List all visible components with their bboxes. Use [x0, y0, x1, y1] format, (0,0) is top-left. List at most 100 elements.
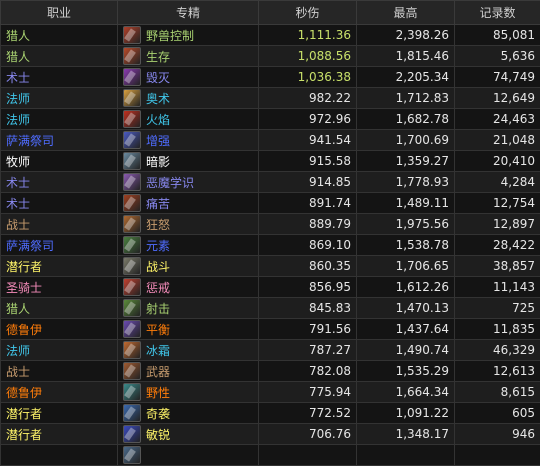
table-row[interactable]: 潜行者敏锐706.761,348.17946: [1, 424, 540, 445]
header-max[interactable]: 最高: [357, 1, 455, 25]
records-cell: 11,143: [455, 277, 540, 298]
spec-label: 平衡: [146, 321, 170, 338]
spec-cell: 射击: [118, 298, 259, 319]
max-cell: 1,706.65: [357, 256, 455, 277]
spec-cell: 武器: [118, 361, 259, 382]
records-cell: 946: [455, 424, 540, 445]
spec-cell: 奥术: [118, 88, 259, 109]
class-cell: 牧师: [1, 151, 118, 172]
table-row[interactable]: 猎人生存1,088.561,815.465,636: [1, 46, 540, 67]
spec-label: 狂怒: [146, 216, 170, 233]
header-dps[interactable]: 秒伤: [259, 1, 357, 25]
table-row[interactable]: 法师火焰972.961,682.7824,463: [1, 109, 540, 130]
table-row[interactable]: 猎人野兽控制1,111.362,398.2685,081: [1, 25, 540, 46]
header-spec[interactable]: 专精: [118, 1, 259, 25]
table-row[interactable]: 战士 武器 782.081,535.2912,613: [1, 361, 540, 382]
spec-label: 敏锐: [146, 426, 170, 443]
dps-cell: 856.95: [259, 277, 357, 298]
header-records[interactable]: 记录数: [455, 1, 540, 25]
table-row[interactable]: 猎人射击845.831,470.13725: [1, 298, 540, 319]
table-row[interactable]: 术士恶魔学识914.851,778.934,284: [1, 172, 540, 193]
records-cell: 12,897: [455, 214, 540, 235]
beast-mastery-icon: [123, 26, 141, 44]
records-cell: 5,636: [455, 46, 540, 67]
records-cell: 24,463: [455, 109, 540, 130]
subtlety-icon: [123, 425, 141, 443]
destruction-icon: [123, 68, 141, 86]
records-cell: 12,613: [455, 361, 540, 382]
dps-cell: 782.08: [259, 361, 357, 382]
class-cell: 潜行者: [1, 424, 118, 445]
frost-icon: [123, 341, 141, 359]
class-cell: 战士: [1, 214, 118, 235]
max-cell: 1,359.27: [357, 151, 455, 172]
table-row[interactable]: 术士毁灭1,036.382,205.3474,749: [1, 67, 540, 88]
spec-cell: 奇袭: [118, 403, 259, 424]
spec-label: 武器: [146, 363, 170, 380]
table-row[interactable]: 潜行者战斗860.351,706.6538,857: [1, 256, 540, 277]
spec-label: 野兽控制: [146, 27, 194, 44]
spec-cell: 敏锐: [118, 424, 259, 445]
dps-cell: 787.27: [259, 340, 357, 361]
spec-cell: 狂怒: [118, 214, 259, 235]
spec-cell: 惩戒: [118, 277, 259, 298]
balance-icon: [123, 320, 141, 338]
class-cell: 圣骑士: [1, 277, 118, 298]
affliction-icon: [123, 194, 141, 212]
table-row[interactable]: 德鲁伊平衡791.561,437.6411,835: [1, 319, 540, 340]
class-cell: 战士: [1, 361, 118, 382]
table-row[interactable]: 术士痛苦891.741,489.1112,754: [1, 193, 540, 214]
max-cell: 1,535.29: [357, 361, 455, 382]
shadow-icon: [123, 152, 141, 170]
records-cell: 74,749: [455, 67, 540, 88]
table-row[interactable]: 萨满祭司元素869.101,538.7828,422: [1, 235, 540, 256]
records-cell: 28,422: [455, 235, 540, 256]
records-cell: 12,649: [455, 88, 540, 109]
dps-cell: [259, 445, 357, 466]
spec-label: 战斗: [146, 258, 170, 275]
table-row[interactable]: 圣骑士惩戒856.951,612.2611,143: [1, 277, 540, 298]
dps-cell: 982.22: [259, 88, 357, 109]
spec-cell: 平衡: [118, 319, 259, 340]
dps-cell: 914.85: [259, 172, 357, 193]
header-class[interactable]: 职业: [1, 1, 118, 25]
records-cell: 8,615: [455, 382, 540, 403]
dps-cell: 1,036.38: [259, 67, 357, 88]
table-row[interactable]: 萨满祭司增强941.541,700.6921,048: [1, 130, 540, 151]
spec-cell: [118, 445, 259, 466]
max-cell: 1,712.83: [357, 88, 455, 109]
dps-cell: 889.79: [259, 214, 357, 235]
demonology-icon: [123, 173, 141, 191]
table-row[interactable]: 战士狂怒889.791,975.5612,897: [1, 214, 540, 235]
class-cell: 德鲁伊: [1, 382, 118, 403]
class-cell: 术士: [1, 172, 118, 193]
class-cell: 法师: [1, 88, 118, 109]
max-cell: 1,348.17: [357, 424, 455, 445]
partial-icon: [123, 446, 141, 464]
table-row[interactable]: 牧师暗影915.581,359.2720,410: [1, 151, 540, 172]
spec-cell: 战斗: [118, 256, 259, 277]
fire-icon: [123, 110, 141, 128]
enhancement-icon: [123, 131, 141, 149]
max-cell: 1,489.11: [357, 193, 455, 214]
dps-cell: 869.10: [259, 235, 357, 256]
spec-cell: 生存: [118, 46, 259, 67]
table-row[interactable]: 法师奥术982.221,712.8312,649: [1, 88, 540, 109]
class-cell: 潜行者: [1, 403, 118, 424]
class-cell: 法师: [1, 109, 118, 130]
table-row[interactable]: 法师冰霜787.271,490.7446,329: [1, 340, 540, 361]
table-row[interactable]: 潜行者奇袭772.521,091.22605: [1, 403, 540, 424]
table-row[interactable]: [1, 445, 540, 466]
spec-cell: 恶魔学识: [118, 172, 259, 193]
records-cell: [455, 445, 540, 466]
spec-label: 元素: [146, 237, 170, 254]
class-cell: 猎人: [1, 25, 118, 46]
spec-cell: 暗影: [118, 151, 259, 172]
spec-label: 火焰: [146, 111, 170, 128]
max-cell: 1,470.13: [357, 298, 455, 319]
spec-cell: 火焰: [118, 109, 259, 130]
max-cell: 1,437.64: [357, 319, 455, 340]
spec-cell: 痛苦: [118, 193, 259, 214]
marksmanship-icon: [123, 299, 141, 317]
table-row[interactable]: 德鲁伊野性775.941,664.348,615: [1, 382, 540, 403]
